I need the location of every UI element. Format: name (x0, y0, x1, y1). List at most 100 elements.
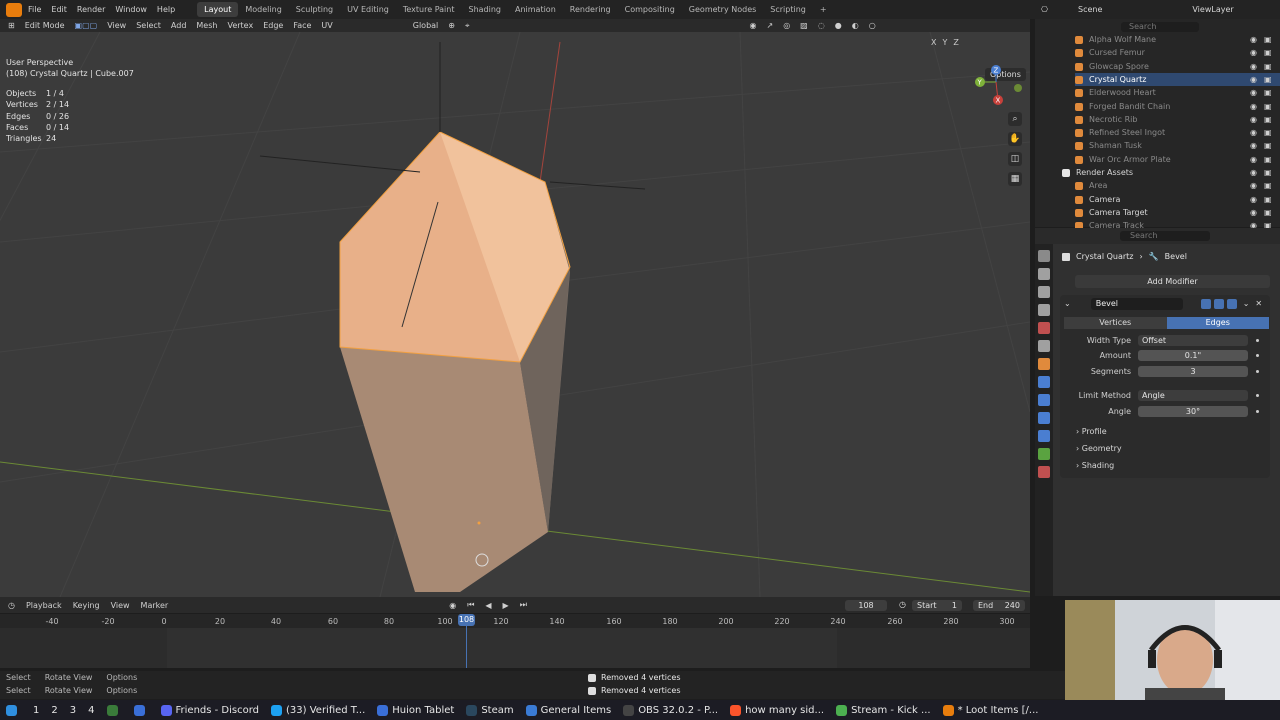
dropdown-chevron-icon[interactable]: ⌄ (1243, 299, 1250, 308)
3d-viewport[interactable]: Options (0, 32, 1030, 597)
tab-uv-editing[interactable]: UV Editing (340, 2, 396, 17)
eye-icon[interactable]: ◉ (1250, 141, 1257, 150)
editor-type-icon[interactable]: ⊞ (8, 21, 15, 30)
keyframe-dot-icon[interactable] (1256, 409, 1259, 413)
tab-layout[interactable]: Layout (197, 2, 239, 17)
outliner-item[interactable]: Refined Steel Ingot (1075, 126, 1275, 139)
segments-field[interactable]: 3 (1138, 365, 1248, 377)
outliner-item[interactable]: Camera Target (1075, 206, 1275, 219)
camera-view-icon[interactable]: ◫ (1008, 152, 1022, 166)
grid-toggle-icon[interactable]: ▦ (1008, 172, 1022, 186)
keyframe-dot-icon[interactable] (1256, 393, 1259, 397)
angle-field[interactable]: 30° (1138, 405, 1248, 417)
subpanel-profile[interactable]: › Profile (1076, 427, 1107, 436)
scene-tab-icon[interactable] (1038, 322, 1050, 334)
playhead-frame-label[interactable]: 108 (458, 614, 475, 626)
modifier-name-field[interactable]: Bevel (1090, 297, 1183, 310)
navigation-gizmo[interactable]: Z Y X (968, 62, 1028, 107)
taskbar-chrome-kick[interactable]: Stream - Kick ... (836, 704, 931, 716)
workspace-1[interactable]: 1 (33, 705, 39, 716)
shading-solid-icon[interactable]: ● (835, 21, 842, 30)
output-tab-icon[interactable] (1038, 286, 1050, 298)
start-frame-field[interactable]: Start 1 (912, 600, 962, 611)
outliner-item[interactable]: Camera (1075, 193, 1275, 206)
render-visibility-icon[interactable]: ▣ (1264, 155, 1272, 164)
render-visibility-icon[interactable]: ▣ (1264, 75, 1272, 84)
eye-icon[interactable]: ◉ (1250, 35, 1257, 44)
collapse-chevron-icon[interactable]: ⌄ (1064, 299, 1071, 308)
taskbar-app-icon[interactable] (106, 704, 122, 716)
outliner-item[interactable]: Forged Bandit Chain (1075, 100, 1275, 113)
eye-icon[interactable]: ◉ (1250, 48, 1257, 57)
eye-icon[interactable]: ◉ (1250, 181, 1257, 190)
tab-texture-paint[interactable]: Texture Paint (396, 2, 462, 17)
header-menu-select[interactable]: Select (136, 21, 161, 30)
header-menu-face[interactable]: Face (293, 21, 311, 30)
eye-icon[interactable]: ◉ (1250, 62, 1257, 71)
outliner-item[interactable]: War Orc Armor Plate (1075, 153, 1275, 166)
axis-y-toggle[interactable]: Y (939, 37, 950, 48)
physics-tab-icon[interactable] (1038, 412, 1050, 424)
taskbar-blender[interactable]: * Loot Items [/... (942, 704, 1038, 716)
taskbar-brave[interactable]: how many sid... (730, 704, 824, 716)
eye-icon[interactable]: ◉ (1250, 75, 1257, 84)
taskbar-general-items[interactable]: General Items (525, 704, 611, 716)
workspace-4[interactable]: 4 (88, 705, 94, 716)
subpanel-geometry[interactable]: › Geometry (1076, 444, 1122, 453)
viewlayer-selector[interactable]: ViewLayer (1192, 5, 1233, 14)
render-visibility-icon[interactable]: ▣ (1264, 128, 1272, 137)
outliner-item[interactable]: Alpha Wolf Mane (1075, 33, 1275, 46)
taskbar-app-icon[interactable] (133, 704, 149, 716)
overlay-icon[interactable]: ◎ (783, 21, 790, 30)
header-menu-edge[interactable]: Edge (263, 21, 283, 30)
render-visibility-icon[interactable]: ▣ (1264, 35, 1272, 44)
jump-start-icon[interactable]: ⏮ (467, 600, 474, 610)
amount-field[interactable]: 0.1" (1138, 349, 1248, 361)
render-visibility-icon[interactable]: ▣ (1264, 88, 1272, 97)
add-workspace-icon[interactable]: + (813, 2, 834, 17)
axis-x-toggle[interactable]: X (928, 37, 939, 48)
modifier-tab-icon[interactable] (1038, 376, 1050, 388)
collection-tab-icon[interactable] (1038, 340, 1050, 352)
tab-rendering[interactable]: Rendering (563, 2, 618, 17)
tab-compositing[interactable]: Compositing (618, 2, 682, 17)
tool-tab-icon[interactable] (1038, 250, 1050, 262)
eye-icon[interactable]: ◉ (1250, 155, 1257, 164)
blender-logo-icon[interactable] (6, 2, 22, 17)
outliner-item[interactable]: Area (1075, 179, 1275, 192)
taskbar-huion[interactable]: Huion Tablet (377, 704, 454, 716)
taskbar-twitter[interactable]: (33) Verified T... (271, 704, 365, 716)
eye-icon[interactable]: ◉ (1250, 102, 1257, 111)
outliner-search[interactable]: Search (1121, 22, 1199, 32)
outliner-collection[interactable]: Render Assets (1062, 166, 1262, 179)
eye-icon[interactable]: ◉ (1250, 88, 1257, 97)
eye-icon[interactable]: ◉ (1250, 208, 1257, 217)
affect-vertices-button[interactable]: Vertices (1064, 317, 1167, 329)
zoom-icon[interactable]: ⌕ (1008, 112, 1022, 126)
snap-icon[interactable]: ⌖ (465, 21, 470, 31)
pan-hand-icon[interactable]: ✋ (1008, 132, 1022, 146)
timeline-menu-marker[interactable]: Marker (141, 601, 169, 610)
timeline-ruler[interactable]: -40 -20 0 20 40 60 80 100 120 140 160 180 200 220 240 2… (0, 614, 1030, 628)
visibility-icon[interactable]: ◉ (750, 21, 757, 30)
select-mode-icons[interactable]: ▣▢▢ (75, 21, 98, 30)
object-tab-icon[interactable] (1038, 358, 1050, 370)
render-visibility-icon[interactable]: ▣ (1264, 181, 1272, 190)
shading-render-icon[interactable]: ○ (869, 21, 876, 30)
gizmo-toggle-icon[interactable]: ↗ (766, 21, 773, 30)
render-visibility-icon[interactable]: ▣ (1264, 115, 1272, 124)
playhead[interactable] (466, 626, 467, 668)
taskbar-discord[interactable]: Friends - Discord (160, 704, 259, 716)
header-menu-add[interactable]: Add (171, 21, 187, 30)
editmode-toggle-icon[interactable] (1200, 298, 1211, 309)
menu-render[interactable]: Render (77, 5, 105, 14)
render-visibility-icon[interactable]: ▣ (1264, 48, 1272, 57)
outliner-item[interactable]: Shaman Tusk (1075, 139, 1275, 152)
menu-edit[interactable]: Edit (51, 5, 67, 14)
jump-end-icon[interactable]: ⏭ (520, 600, 527, 610)
timeline-editor-icon[interactable]: ◷ (8, 601, 15, 610)
eye-icon[interactable]: ◉ (1250, 168, 1257, 177)
tab-shading[interactable]: Shading (461, 2, 508, 17)
outliner-item[interactable]: Elderwood Heart (1075, 86, 1275, 99)
tab-scripting[interactable]: Scripting (763, 2, 813, 17)
